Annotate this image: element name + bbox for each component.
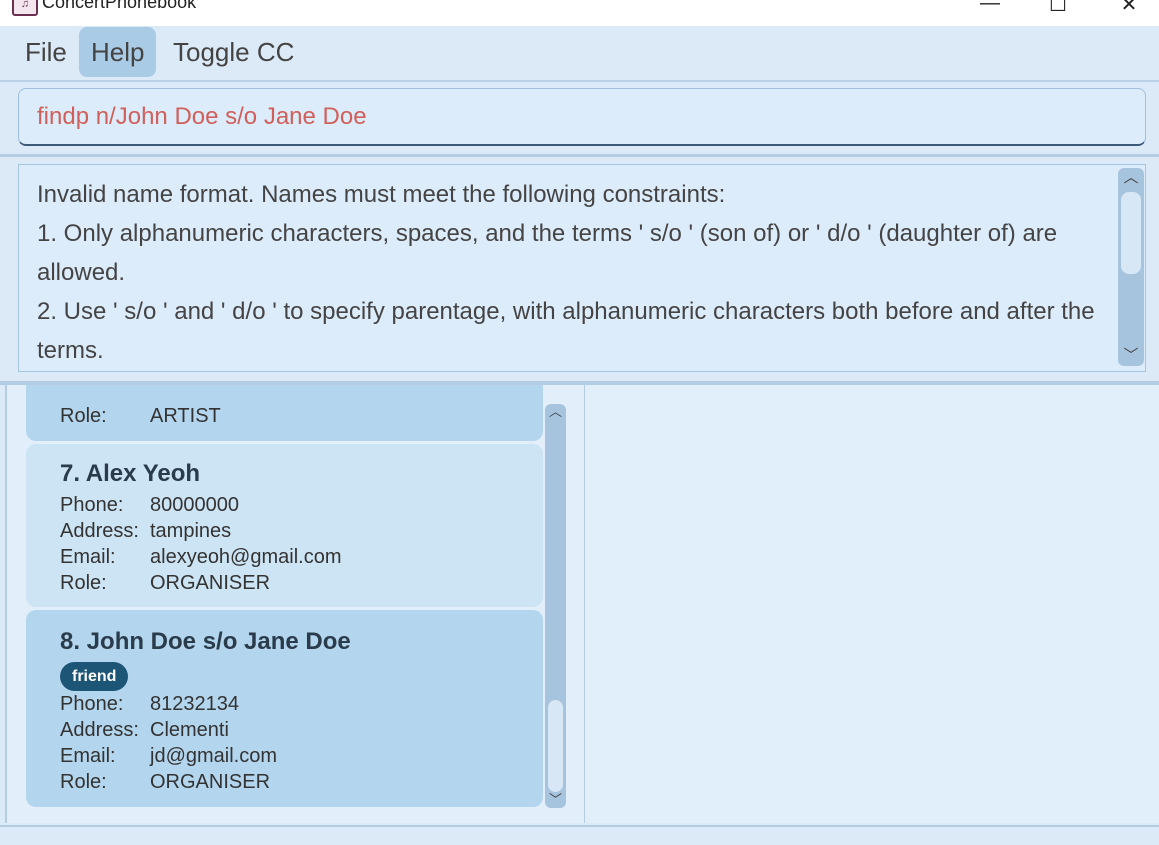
phone-field: Phone: 81232134	[60, 693, 239, 716]
phone-field: Phone: 80000000	[60, 494, 239, 517]
person-card-partial[interactable]: Role: ARTIST	[26, 385, 543, 441]
role-value: ORGANISER	[150, 572, 271, 594]
title-bar: ♫ ConcertPhonebook — ☐ ✕	[0, 0, 1159, 26]
person-card[interactable]: 8. John Doe s/o Jane Doe friend Phone: 81…	[26, 610, 543, 807]
close-icon[interactable]: ✕	[1114, 0, 1144, 17]
scroll-down-icon[interactable]: ﹀	[1120, 344, 1142, 365]
result-line: 2. Use ' s/o ' and ' d/o ' to specify pa…	[37, 298, 1095, 364]
result-line: 1. Only alphanumeric characters, spaces,…	[37, 220, 1058, 286]
minimize-icon[interactable]: —	[975, 0, 1005, 15]
address-label: Address:	[60, 719, 139, 741]
person-list-panel: Role: ARTIST 7. Alex Yeoh Phone: 80000000 …	[5, 385, 587, 823]
command-input[interactable]: findp n/John Doe s/o Jane Doe	[18, 88, 1146, 146]
scroll-up-icon[interactable]: ︿	[545, 401, 566, 420]
role-field: Role: ORGANISER	[60, 572, 270, 595]
phone-label: Phone:	[60, 693, 124, 715]
address-value: tampines	[150, 520, 232, 542]
detail-panel	[585, 385, 1159, 823]
email-value: alexyeoh@gmail.com	[150, 546, 342, 568]
phone-value: 80000000	[150, 494, 239, 516]
address-field: Address: Clementi	[60, 719, 229, 742]
role-value: ORGANISER	[150, 771, 271, 793]
result-area: Invalid name format. Names must meet the…	[0, 157, 1159, 385]
status-bar	[0, 825, 1159, 845]
music-notes-icon: ♫	[12, 0, 38, 16]
result-line: Invalid name format. Names must meet the…	[37, 181, 726, 208]
role-field: Role: ARTIST	[60, 405, 221, 428]
menu-help[interactable]: Help	[79, 27, 157, 77]
window-title: ConcertPhonebook	[42, 0, 197, 12]
command-area: findp n/John Doe s/o Jane Doe	[0, 82, 1159, 157]
menu-file[interactable]: File	[13, 27, 79, 77]
menu-toggle-cc[interactable]: Toggle CC	[161, 27, 306, 77]
phone-label: Phone:	[60, 494, 124, 516]
tag-badge: friend	[60, 662, 129, 691]
person-name: 7. Alex Yeoh	[60, 460, 201, 487]
email-field: Email: jd@gmail.com	[60, 745, 277, 768]
phone-value: 81232134	[150, 693, 239, 715]
email-label: Email:	[60, 745, 116, 767]
address-value: Clementi	[150, 719, 229, 741]
address-label: Address:	[60, 520, 139, 542]
maximize-icon[interactable]: ☐	[1043, 0, 1073, 17]
scroll-down-icon[interactable]: ﹀	[545, 789, 566, 808]
role-label: Role:	[60, 771, 107, 793]
email-label: Email:	[60, 546, 116, 568]
person-list-scroll-thumb[interactable]	[548, 700, 563, 792]
result-scroll-thumb[interactable]	[1121, 192, 1141, 274]
command-input-text[interactable]: findp n/John Doe s/o Jane Doe	[37, 89, 367, 145]
role-label: Role:	[60, 572, 107, 594]
person-list-scrollbar[interactable]: ︿ ﹀	[545, 404, 566, 808]
email-value: jd@gmail.com	[150, 745, 278, 767]
result-display[interactable]: Invalid name format. Names must meet the…	[18, 164, 1146, 372]
role-value: ARTIST	[150, 405, 221, 427]
scroll-up-icon[interactable]: ︿	[1120, 166, 1142, 187]
result-message: Invalid name format. Names must meet the…	[37, 175, 1112, 370]
result-scrollbar[interactable]: ︿ ﹀	[1118, 168, 1144, 366]
menu-bar: File Help Toggle CC	[0, 26, 1159, 82]
role-label: Role:	[60, 405, 107, 427]
person-name: 8. John Doe s/o Jane Doe	[60, 628, 351, 655]
person-card[interactable]: 7. Alex Yeoh Phone: 80000000 Address: tamp…	[26, 444, 543, 607]
role-field: Role: ORGANISER	[60, 771, 270, 794]
email-field: Email: alexyeoh@gmail.com	[60, 546, 342, 569]
address-field: Address: tampines	[60, 520, 231, 543]
